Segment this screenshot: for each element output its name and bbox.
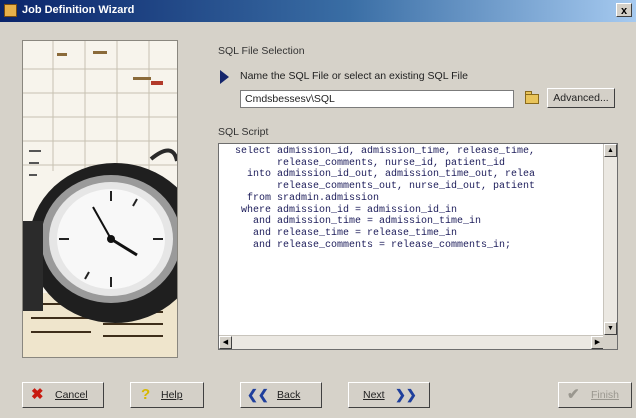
question-icon: ? [141,386,151,403]
sql-file-input[interactable] [240,90,514,108]
file-hint-label: Name the SQL File or select an existing … [240,70,468,82]
pointer-arrow-icon [220,70,229,84]
scroll-left-icon[interactable]: ◀ [219,336,232,349]
next-label: Next [363,389,385,401]
finish-button[interactable]: ✔ Finish [558,382,632,408]
close-button[interactable]: x [616,3,632,17]
advanced-button[interactable]: Advanced... [547,88,615,108]
window-title: Job Definition Wizard [22,4,135,16]
folder-icon [525,94,539,104]
title-bar: Job Definition Wizard x [0,0,636,22]
size-grip [603,335,617,349]
cancel-button[interactable]: ✖ Cancel [22,382,104,408]
double-right-arrow-icon: ❯❯ [395,387,417,402]
sql-script-label: SQL Script [218,126,269,138]
red-x-icon: ✖ [31,386,44,403]
app-icon [4,4,17,17]
vertical-scrollbar[interactable]: ▲ ▼ [603,144,617,335]
checkmark-icon: ✔ [567,386,580,403]
scroll-up-icon[interactable]: ▲ [604,144,617,157]
cancel-label: Cancel [55,389,88,401]
sql-file-selection-label: SQL File Selection [218,45,305,57]
help-button[interactable]: ? Help [130,382,204,408]
browse-folder-button[interactable] [522,88,542,108]
sql-script-text[interactable]: select admission_id, admission_time, rel… [223,146,601,332]
double-left-arrow-icon: ❮❮ [247,387,269,402]
horizontal-scrollbar[interactable]: ◀ ▶ [219,335,604,349]
clock-calendar-image [23,41,177,357]
next-button[interactable]: Next ❯❯ [348,382,430,408]
wizard-illustration [22,40,178,358]
finish-label: Finish [591,389,620,401]
wizard-window: Job Definition Wizard x SQL File Selecti… [0,0,636,418]
back-button[interactable]: ❮❮ Back [240,382,322,408]
scroll-down-icon[interactable]: ▼ [604,322,617,335]
help-label: Help [161,389,183,401]
back-label: Back [277,389,301,401]
sql-script-editor[interactable]: select admission_id, admission_time, rel… [218,143,618,350]
